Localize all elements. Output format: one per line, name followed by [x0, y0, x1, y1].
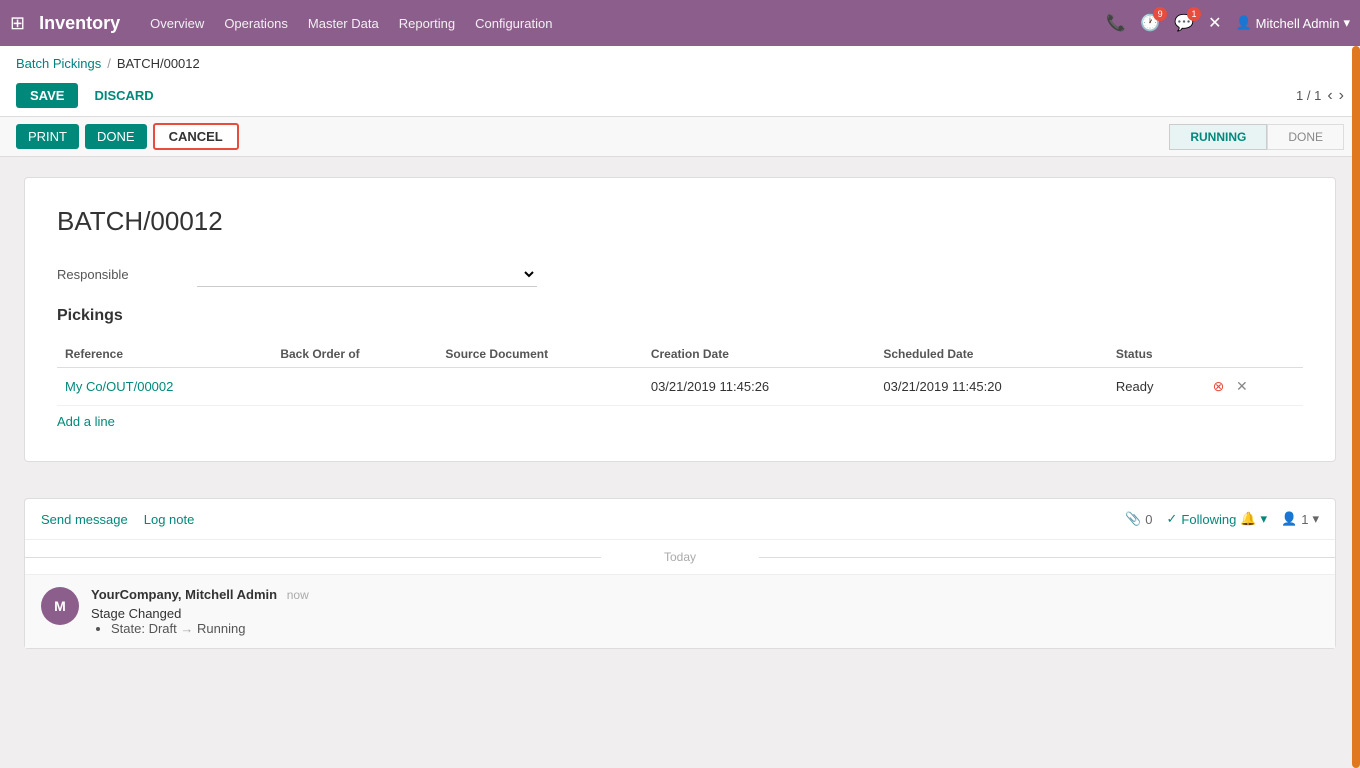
message-author: YourCompany, Mitchell Admin: [91, 587, 277, 602]
done-button[interactable]: DONE: [85, 124, 147, 149]
topbar-icons: 📞 🕐 9 💬 1 ✕ 👤 Mitchell Admin ▾: [1106, 13, 1350, 33]
status-step-running[interactable]: RUNNING: [1169, 124, 1267, 150]
print-button[interactable]: PRINT: [16, 124, 79, 149]
chat-icon[interactable]: 💬 1: [1174, 13, 1194, 33]
clock-icon[interactable]: 🕐 9: [1140, 13, 1160, 33]
state-value: Running: [197, 621, 245, 636]
table-row: My Co/OUT/00002 03/21/2019 11:45:26 03/2…: [57, 368, 1303, 406]
col-scheduled-date: Scheduled Date: [875, 341, 1108, 368]
col-creation-date: Creation Date: [643, 341, 876, 368]
row-scheduled-date: 03/21/2019 11:45:20: [875, 368, 1108, 406]
row-creation-date: 03/21/2019 11:45:26: [643, 368, 876, 406]
log-note-button[interactable]: Log note: [144, 512, 195, 527]
message-body: YourCompany, Mitchell Admin now Stage Ch…: [91, 587, 1319, 636]
row-remove-button[interactable]: ⊗: [1209, 376, 1229, 397]
breadcrumb-parent[interactable]: Batch Pickings: [16, 56, 101, 71]
pager-next[interactable]: ›: [1339, 87, 1344, 105]
checkmark-icon: ✓: [1167, 511, 1178, 527]
message-detail: State: Draft → Running: [111, 621, 1319, 636]
people-icon: 👤: [1281, 511, 1297, 527]
nav-configuration[interactable]: Configuration: [475, 16, 552, 31]
people-count: 1: [1301, 512, 1308, 527]
breadcrumb-separator: /: [107, 56, 111, 71]
action-bar: SAVE DISCARD 1 / 1 ‹ ›: [16, 79, 1344, 116]
col-status: Status: [1108, 341, 1201, 368]
scrollbar[interactable]: [1352, 46, 1360, 768]
row-delete-button[interactable]: ✕: [1232, 376, 1252, 397]
nav-master-data[interactable]: Master Data: [308, 16, 379, 31]
user-avatar-icon: 👤: [1235, 15, 1251, 31]
following-label: Following: [1181, 512, 1236, 527]
attachments-count: 0: [1145, 512, 1152, 527]
nav-reporting[interactable]: Reporting: [399, 16, 455, 31]
responsible-label: Responsible: [57, 267, 197, 282]
responsible-select[interactable]: Mitchell Admin: [197, 261, 537, 287]
pager: 1 / 1 ‹ ›: [1296, 87, 1344, 105]
nav-operations[interactable]: Operations: [224, 16, 288, 31]
following-button[interactable]: ✓ Following 🔔 ▾: [1167, 511, 1268, 527]
secondary-toolbar: PRINT DONE CANCEL RUNNING DONE: [0, 117, 1360, 157]
message-time: now: [287, 588, 309, 602]
chatter-section: Send message Log note 📎 0 ✓ Following 🔔 …: [24, 498, 1336, 649]
col-reference: Reference: [57, 341, 272, 368]
user-dropdown-icon: ▾: [1343, 15, 1350, 31]
record-title: BATCH/00012: [57, 206, 1303, 237]
attachments-group: 📎 0: [1125, 511, 1152, 527]
col-source-doc: Source Document: [437, 341, 642, 368]
status-step-done[interactable]: DONE: [1267, 124, 1344, 150]
row-actions: ⊗ ✕: [1201, 368, 1303, 406]
chatter-toolbar: Send message Log note 📎 0 ✓ Following 🔔 …: [25, 499, 1335, 540]
col-actions: [1201, 341, 1303, 368]
discard-button[interactable]: DISCARD: [84, 83, 163, 108]
breadcrumb-bar: Batch Pickings / BATCH/00012 SAVE DISCAR…: [0, 46, 1360, 117]
message-badge: 1: [1187, 7, 1201, 21]
status-pipeline: RUNNING DONE: [1169, 124, 1344, 150]
state-label: State: Draft: [111, 621, 180, 636]
col-backorder: Back Order of: [272, 341, 437, 368]
row-source-doc: [437, 368, 642, 406]
phone-icon[interactable]: 📞: [1106, 13, 1126, 33]
paperclip-icon: 📎: [1125, 511, 1141, 527]
add-line-link[interactable]: Add a line: [57, 414, 115, 429]
main-nav: Overview Operations Master Data Reportin…: [150, 16, 1100, 31]
record-card: BATCH/00012 Responsible Mitchell Admin P…: [24, 177, 1336, 462]
chatter-right: 📎 0 ✓ Following 🔔 ▾ 👤 1 ▾: [1125, 511, 1319, 527]
message-text: Stage Changed: [91, 606, 1319, 621]
responsible-value: Mitchell Admin: [197, 261, 537, 287]
following-dropdown-icon: ▾: [1261, 511, 1268, 527]
people-dropdown-icon: ▾: [1312, 511, 1319, 527]
pager-text: 1 / 1: [1296, 88, 1321, 103]
people-button[interactable]: 👤 1 ▾: [1281, 511, 1319, 527]
send-message-button[interactable]: Send message: [41, 512, 128, 527]
message-item: M YourCompany, Mitchell Admin now Stage …: [25, 574, 1335, 648]
notification-badge: 9: [1153, 7, 1167, 21]
cancel-button[interactable]: CANCEL: [153, 123, 239, 150]
row-backorder: [272, 368, 437, 406]
today-divider: Today: [25, 540, 1335, 574]
breadcrumb-current: BATCH/00012: [117, 56, 200, 71]
breadcrumb: Batch Pickings / BATCH/00012: [16, 56, 1344, 71]
app-title: Inventory: [39, 13, 120, 34]
grid-icon[interactable]: ⊞: [10, 13, 25, 34]
main-content: BATCH/00012 Responsible Mitchell Admin P…: [0, 157, 1360, 498]
message-avatar: M: [41, 587, 79, 625]
bell-icon: 🔔: [1240, 511, 1256, 527]
pickings-section-title: Pickings: [57, 307, 1303, 325]
topbar: ⊞ Inventory Overview Operations Master D…: [0, 0, 1360, 46]
row-status: Ready: [1108, 368, 1201, 406]
pickings-table-header: Reference Back Order of Source Document …: [57, 341, 1303, 368]
close-icon[interactable]: ✕: [1208, 13, 1221, 33]
user-name: Mitchell Admin: [1256, 16, 1340, 31]
nav-overview[interactable]: Overview: [150, 16, 204, 31]
user-menu[interactable]: 👤 Mitchell Admin ▾: [1235, 15, 1350, 31]
save-button[interactable]: SAVE: [16, 83, 78, 108]
row-reference[interactable]: My Co/OUT/00002: [57, 368, 272, 406]
pager-prev[interactable]: ‹: [1327, 87, 1332, 105]
arrow-icon: →: [180, 621, 193, 636]
responsible-field-row: Responsible Mitchell Admin: [57, 261, 1303, 287]
pickings-table: Reference Back Order of Source Document …: [57, 341, 1303, 406]
